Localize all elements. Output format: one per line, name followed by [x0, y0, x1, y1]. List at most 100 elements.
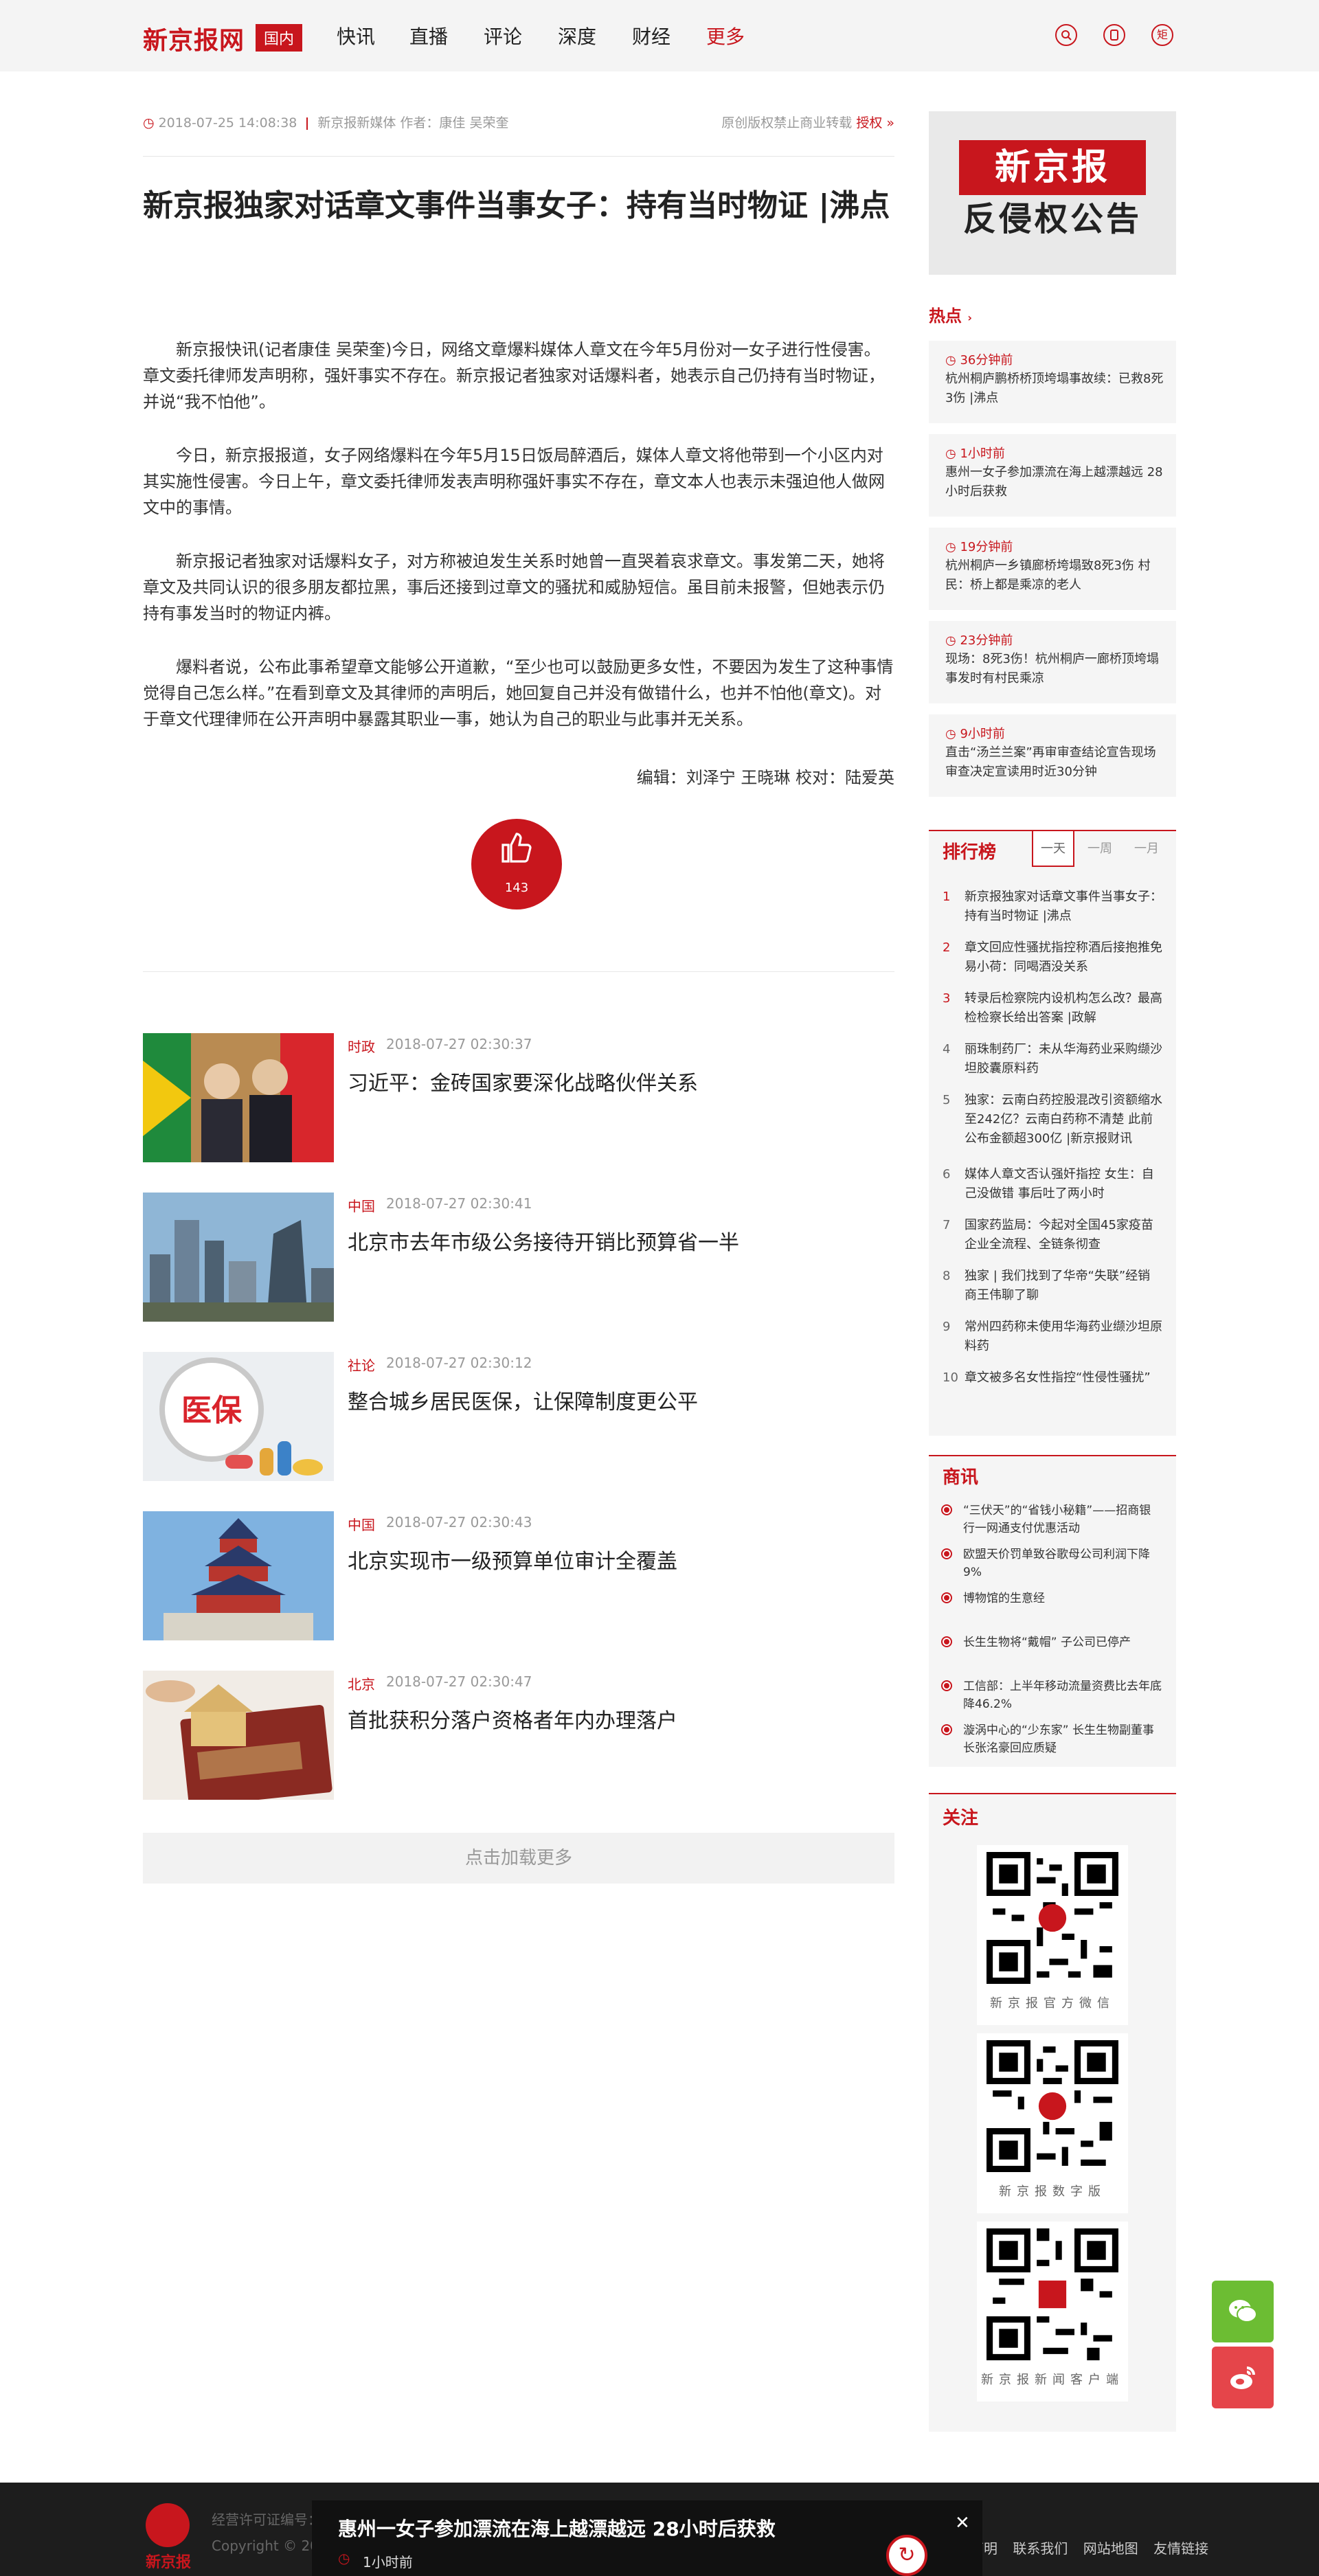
notice-line1: 新京报 [959, 140, 1146, 195]
nav-shendu[interactable]: 深度 [558, 22, 596, 49]
news-item[interactable]: 中国 2018-07-27 02:30:41 北京市去年市级公务接待开销比预算省… [143, 1193, 894, 1322]
follow-panel: 关注 新京报官方微信 新京报数字版 新京报新闻客户端 [929, 1793, 1176, 2432]
qr-code-icon [987, 1852, 1118, 1984]
footer-link[interactable]: 联系我们 [1013, 2540, 1068, 2557]
news-thumbnail[interactable]: 医保 [143, 1352, 334, 1481]
hot-text[interactable]: 现场：8死3伤！杭州桐庐一廊桥顶垮塌 事发时有村民乘凉 [945, 650, 1165, 688]
nav-more[interactable]: 更多 [706, 22, 745, 49]
hot-text[interactable]: 惠州一女子参加漂流在海上越漂越远 28小时后获救 [945, 463, 1165, 501]
hot-item[interactable]: ◷ 36分钟前 杭州桐庐鹏桥桥顶垮塌事故续：已救8死3伤 |沸点 [929, 341, 1176, 423]
news-category[interactable]: 中国 [348, 1514, 375, 1534]
biz-item[interactable]: 博物馆的生意经 [943, 1590, 1162, 1607]
biz-item[interactable]: 工信部：上半年移动流量资费比去年底降46.2% [943, 1677, 1162, 1713]
hot-item[interactable]: ◷ 19分钟前 杭州桐庐一乡镇廊桥垮塌致8死3伤 村民：桥上都是乘凉的老人 [929, 528, 1176, 610]
news-item[interactable]: 医保 社论 2018-07-27 02:30:12 整合城乡居民医保，让保障制度… [143, 1352, 894, 1481]
hot-item[interactable]: ◷ 1小时前 惠州一女子参加漂流在海上越漂越远 28小时后获救 [929, 434, 1176, 517]
article-title: 新京报独家对话章文事件当事女子：持有当时物证 |沸点 [143, 188, 890, 223]
article-paragraph: 今日，新京报报道，女子网络爆料在今年5月15日饭局醉酒后，媒体人章文将他带到一个… [143, 446, 885, 517]
article-source: 新京报新媒体 作者：康佳 吴荣奎 [317, 115, 509, 131]
news-time: 2018-07-27 02:30:43 [386, 1514, 532, 1530]
biz-item[interactable]: 漩涡中心的“少东家” 长生生物副董事长张洺豪回应质疑 [943, 1721, 1162, 1757]
news-title[interactable]: 整合城乡居民医保，让保障制度更公平 [348, 1385, 698, 1415]
toast-time: 1小时前 [363, 2554, 413, 2571]
footer-logo-icon [146, 2503, 190, 2547]
refresh-icon[interactable]: ↻ [886, 2535, 927, 2576]
ranking-title: 排行榜 [943, 842, 997, 863]
hot-text[interactable]: 直击“汤兰兰案”再审审查结论宣告现场 审查决定宣读用时近30分钟 [945, 743, 1165, 782]
toast-title[interactable]: 惠州一女子参加漂流在海上越漂越远 28小时后获救 [338, 2514, 776, 2542]
qr-code-icon [987, 2040, 1118, 2172]
like-count: 143 [504, 881, 529, 895]
news-item[interactable]: 中国 2018-07-27 02:30:43 北京实现市一级预算单位审计全覆盖 [143, 1511, 894, 1640]
tab-month[interactable]: 一月 [1125, 831, 1168, 867]
site-logo[interactable]: 新京报网 [143, 21, 245, 56]
news-item[interactable]: 时政 2018-07-27 02:30:37 习近平：金砖国家要深化战略伙伴关系 [143, 1033, 894, 1162]
biz-item[interactable]: 欧盟天价罚单致谷歌母公司利润下降9% [943, 1546, 1162, 1581]
hot-text[interactable]: 杭州桐庐鹏桥桥顶垮塌事故续：已救8死3伤 |沸点 [945, 370, 1165, 408]
search-icon[interactable] [1055, 24, 1077, 46]
follow-title: 关注 [943, 1808, 979, 1829]
news-thumbnail[interactable] [143, 1671, 334, 1800]
footer-link[interactable]: 网站地图 [1083, 2540, 1138, 2557]
qr-app[interactable]: 新京报新闻客户端 [977, 2222, 1128, 2402]
weibo-icon[interactable] [1212, 2347, 1274, 2408]
hot-item[interactable]: ◷ 23分钟前 现场：8死3伤！杭州桐庐一廊桥顶垮塌 事发时有村民乘凉 [929, 621, 1176, 703]
article-paragraph: 爆料者说，公布此事希望章文能够公开道歉，“至少也可以鼓励更多女性，不要因为发生了… [143, 657, 894, 729]
news-title[interactable]: 北京实现市一级预算单位审计全覆盖 [348, 1544, 677, 1574]
load-more-button[interactable]: 点击加载更多 [143, 1833, 894, 1884]
nav-kuaixun[interactable]: 快讯 [337, 22, 375, 49]
mobile-icon[interactable] [1103, 24, 1125, 46]
news-time: 2018-07-27 02:30:37 [386, 1036, 532, 1052]
hot-time: ◷ 1小时前 [945, 447, 1005, 461]
footer-link[interactable]: 友情链接 [1153, 2540, 1208, 2557]
news-thumbnail[interactable] [143, 1193, 334, 1322]
copyright-note: 原创版权禁止商业转载 [721, 115, 853, 131]
footer-logo-text: 新京报 [146, 2553, 192, 2571]
biz-item[interactable]: 长生生物将“戴帽” 子公司已停产 [943, 1634, 1162, 1651]
news-title[interactable]: 首批获积分落户资格者年内办理落户 [348, 1704, 677, 1734]
tab-day[interactable]: 一天 [1032, 831, 1074, 867]
qr-digital[interactable]: 新京报数字版 [977, 2033, 1128, 2213]
tab-week[interactable]: 一周 [1079, 831, 1121, 867]
qr-label: 新京报数字版 [999, 2184, 1106, 2199]
hot-time: ◷ 23分钟前 [945, 633, 1013, 648]
top-navbar: 新京报网 国内 快讯 直播 评论 深度 财经 更多 矩 [0, 0, 1319, 71]
matrix-icon[interactable]: 矩 [1151, 24, 1173, 46]
qr-code-icon [987, 2228, 1118, 2360]
news-category[interactable]: 北京 [348, 1673, 375, 1693]
like-button[interactable]: 143 [471, 819, 562, 909]
biz-item[interactable]: “三伏天”的“省钱小秘籍”——招商银行一网通支付优惠活动 [943, 1502, 1162, 1537]
wechat-icon[interactable] [1212, 2281, 1274, 2342]
nav-zhibo[interactable]: 直播 [409, 22, 448, 49]
news-time: 2018-07-27 02:30:12 [386, 1355, 532, 1371]
hot-text[interactable]: 杭州桐庐一乡镇廊桥垮塌致8死3伤 村民：桥上都是乘凉的老人 [945, 556, 1165, 595]
anti-infringement-banner[interactable]: 新京报 反侵权公告 [929, 111, 1176, 275]
news-category[interactable]: 社论 [348, 1355, 375, 1375]
region-badge[interactable]: 国内 [256, 24, 303, 52]
authorize-link[interactable]: 授权 [856, 115, 882, 131]
qr-wechat[interactable]: 新京报官方微信 [977, 1845, 1128, 2025]
clock-icon: ◷ [338, 2550, 350, 2566]
news-thumbnail[interactable] [143, 1511, 334, 1640]
news-category[interactable]: 时政 [348, 1036, 375, 1056]
news-toast[interactable]: 惠州一女子参加漂流在海上越漂越远 28小时后获救 ◷ 1小时前 ↻ ✕ [312, 2500, 982, 2576]
nav-caijing[interactable]: 财经 [632, 22, 670, 49]
news-time: 2018-07-27 02:30:41 [386, 1195, 532, 1212]
qr-label: 新京报官方微信 [990, 1996, 1115, 2011]
nav-pinglun[interactable]: 评论 [484, 22, 522, 49]
footer-links: 版权声明 联系我们 网站地图 友情链接 [943, 2538, 1219, 2557]
close-icon[interactable]: ✕ [955, 2513, 970, 2533]
clock-icon: ◷ [143, 115, 155, 131]
hot-item[interactable]: ◷ 9小时前 直击“汤兰兰案”再审审查结论宣告现场 审查决定宣读用时近30分钟 [929, 714, 1176, 797]
news-category[interactable]: 中国 [348, 1195, 375, 1215]
news-title[interactable]: 北京市去年市级公务接待开销比预算省一半 [348, 1225, 739, 1256]
hot-time: ◷ 36分钟前 [945, 353, 1013, 368]
news-thumbnail[interactable] [143, 1033, 334, 1162]
news-item[interactable]: 北京 2018-07-27 02:30:47 首批获积分落户资格者年内办理落户 [143, 1671, 894, 1800]
hot-section-title[interactable]: 热点 › [929, 302, 972, 326]
business-title: 商讯 [943, 1467, 979, 1488]
business-news-panel: 商讯 “三伏天”的“省钱小秘籍”——招商银行一网通支付优惠活动 欧盟天价罚单致谷… [929, 1455, 1176, 1767]
chevron-right-icon: › [967, 311, 972, 324]
news-title[interactable]: 习近平：金砖国家要深化战略伙伴关系 [348, 1066, 698, 1096]
article-paragraph: 新京报记者独家对话爆料女子，对方称被迫发生关系时她曾一直哭着哀求章文。事发第二天… [143, 552, 885, 623]
